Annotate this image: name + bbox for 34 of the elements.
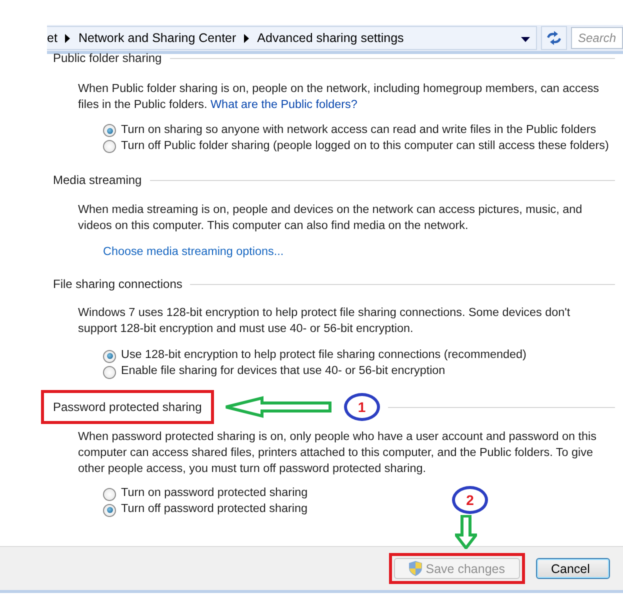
radio-button[interactable] — [103, 140, 116, 153]
chevron-icon[interactable] — [243, 34, 250, 42]
section-description: When password protected sharing is on, only people who have a user account and password on this computer can access shared files, printers attached to this computer, and the Public folders. To give other people access, you must turn off password protected sharing. — [78, 429, 598, 477]
option-label: Turn off password protected sharing — [121, 501, 308, 517]
breadcrumb-item[interactable]: Advanced sharing settings — [257, 31, 404, 45]
shield-icon — [408, 561, 422, 576]
radio-button[interactable] — [103, 124, 116, 137]
help-link[interactable]: What are the Public folders? — [210, 98, 358, 111]
breadcrumb-item[interactable]: Network and Sharing Center — [78, 31, 236, 45]
section-description: When Public folder sharing is on, people on the network, including homegroup members, can access files in the Public folders. What are the Public folders? — [78, 81, 600, 113]
section-heading: Password protected sharing — [41, 390, 214, 424]
radio-button[interactable] — [103, 350, 116, 362]
radio-button[interactable] — [103, 504, 116, 516]
section-description: When media streaming is on, people and devices on the network can access pictures, music, and videos on this computer. This computer can also find media on the network. — [78, 202, 584, 234]
arrow-annotation — [455, 515, 477, 549]
search-field[interactable]: Search — [571, 27, 623, 49]
option-label: Turn off Public folder sharing (people logged on to this computer can still access these folders) — [121, 138, 609, 154]
option-label: Turn on password protected sharing — [121, 485, 308, 501]
option-label: Turn on sharing so anyone with network access can read and write files in the Public folders — [121, 122, 596, 138]
breadcrumb-item[interactable]: et — [47, 31, 58, 45]
section-heading: Public folder sharing — [53, 50, 162, 66]
cancel-button[interactable]: Cancel — [536, 558, 610, 579]
refresh-icon[interactable] — [541, 26, 567, 50]
option-label: Use 128-bit encryption to help protect file sharing connections (recommended) — [121, 347, 526, 363]
step-number: 1 — [344, 393, 380, 421]
section-heading: Media streaming — [53, 172, 142, 188]
media-streaming-link[interactable]: Choose media streaming options... — [103, 244, 284, 260]
section-description: Windows 7 uses 128-bit encryption to help protect file sharing connections. Some devices don't support 128-bit encryption and must use 40- or 56-bit encryption. — [78, 305, 572, 337]
option-label: Enable file sharing for devices that use 40- or 56-bit encryption — [121, 363, 446, 379]
radio-button[interactable] — [103, 488, 116, 500]
step-number: 2 — [452, 486, 488, 514]
radio-button[interactable] — [103, 366, 116, 378]
section-heading: File sharing connections — [53, 276, 182, 292]
chevron-icon[interactable] — [64, 34, 72, 42]
